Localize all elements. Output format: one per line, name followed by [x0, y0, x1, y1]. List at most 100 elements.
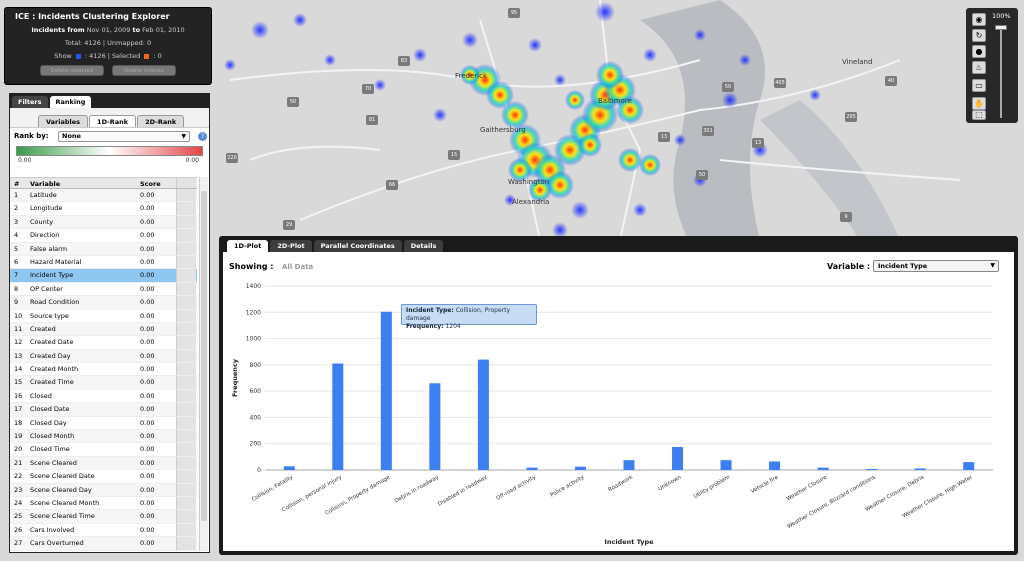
y-tick-label: 400: [250, 414, 262, 421]
score-bar: [176, 296, 196, 309]
subtab-variables[interactable]: Variables: [38, 115, 89, 127]
score-bar: [176, 510, 196, 523]
help-icon[interactable]: ?: [198, 131, 207, 141]
score-bar: [176, 229, 196, 242]
score-bar: [176, 322, 196, 336]
bar: [526, 467, 538, 470]
score-bar: [176, 443, 196, 456]
score-bar: [176, 255, 196, 269]
table-row[interactable]: 3 County 0.00: [10, 215, 197, 230]
score-bar: [176, 349, 196, 363]
tab-1d-plot[interactable]: 1D-Plot: [227, 240, 269, 252]
table-row[interactable]: 5 False alarm 0.00: [10, 242, 197, 256]
score-bar: [176, 389, 196, 403]
variable-table-scrollbar[interactable]: [199, 177, 208, 551]
table-body: 1 Latitude 0.00 2 Longitude 0.00 3 County 0.00 4 D…: [10, 189, 197, 551]
table-row[interactable]: 15 Created Time 0.00: [10, 376, 197, 390]
table-row[interactable]: 8 OP Center 0.00: [10, 282, 197, 297]
x-tick-label: Debris in roadway: [394, 474, 441, 504]
table-row[interactable]: 7 Incident Type 0.00: [10, 269, 197, 283]
x-tick-label: Police activity: [550, 474, 587, 499]
bar: [866, 468, 878, 470]
subtab-2d-rank[interactable]: 2D-Rank: [137, 115, 185, 127]
table-row[interactable]: 19 Closed Month 0.00: [10, 430, 197, 444]
variable-table: # Variable Score 1 Latitude 0.00 2 Longitude…: [10, 177, 197, 551]
bar: [720, 460, 732, 470]
y-tick-label: 1200: [246, 309, 261, 316]
subtab-1d-rank[interactable]: 1D-Rank: [89, 115, 137, 127]
score-bar: [176, 269, 196, 282]
table-row[interactable]: 13 Created Day 0.00: [10, 349, 197, 364]
table-row[interactable]: 1 Latitude 0.00: [10, 189, 197, 203]
score-gradient: [16, 146, 203, 156]
score-bar: [176, 523, 196, 537]
rank-by-select[interactable]: None ▼: [58, 130, 190, 142]
table-row[interactable]: 2 Longitude 0.00: [10, 202, 197, 216]
tab-filters[interactable]: Filters: [12, 96, 48, 108]
table-row[interactable]: 17 Closed Date 0.00: [10, 403, 197, 417]
tab-details[interactable]: Details: [403, 240, 444, 252]
score-bar: [176, 456, 196, 470]
table-row[interactable]: 11 Created 0.00: [10, 322, 197, 337]
y-axis-label: Frequency: [231, 358, 239, 397]
bar: [963, 462, 975, 470]
bar: [380, 311, 392, 470]
score-bar: [176, 537, 196, 550]
heatmap-flame-icon[interactable]: ♨: [972, 61, 986, 74]
x-tick-label: Weather Closure: [786, 474, 829, 502]
table-row[interactable]: 26 Cars Involved 0.00: [10, 523, 197, 538]
x-tick-label: Disabled in roadway: [437, 474, 489, 508]
table-row[interactable]: 4 Direction 0.00: [10, 229, 197, 243]
x-tick-label: Off-road activity: [495, 474, 537, 502]
cluster-icon[interactable]: ●: [972, 45, 986, 58]
tab-parallel-coordinates[interactable]: Parallel Coordinates: [313, 240, 402, 252]
table-row[interactable]: 12 Created Date 0.00: [10, 336, 197, 350]
bar: [429, 383, 441, 470]
scrollbar-thumb[interactable]: [201, 191, 207, 521]
table-row[interactable]: 24 Scene Cleared Month 0.00: [10, 496, 197, 511]
y-tick-label: 600: [250, 388, 262, 395]
table-row[interactable]: 25 Scene Cleared Time 0.00: [10, 510, 197, 524]
delete-inverse-button[interactable]: Delete inverse: [112, 65, 176, 76]
table-row[interactable]: 6 Hazard Material 0.00: [10, 255, 197, 270]
bar: [623, 460, 635, 470]
table-row[interactable]: 20 Closed Time 0.00: [10, 443, 197, 457]
x-tick-label: Utility problem: [693, 475, 731, 501]
layer-toggle-icon[interactable]: ◉: [972, 13, 986, 26]
y-tick-label: 200: [250, 441, 262, 448]
variable-label: Variable :: [827, 262, 871, 271]
zoom-slider-handle[interactable]: [995, 25, 1007, 30]
table-row[interactable]: 21 Scene Cleared 0.00: [10, 456, 197, 471]
chevron-down-icon: ▼: [181, 132, 186, 140]
show-color-swatch: [75, 53, 81, 59]
variable-select[interactable]: Incident Type ▼: [873, 260, 999, 272]
delete-selected-button[interactable]: Delete selected: [40, 65, 104, 76]
rectangle-select-icon[interactable]: ▭: [972, 79, 986, 92]
table-row[interactable]: 10 Source type 0.00: [10, 309, 197, 323]
table-row[interactable]: 18 Closed Day 0.00: [10, 416, 197, 431]
table-row[interactable]: 23 Scene Cleared Day 0.00: [10, 483, 197, 497]
show-selected-line: Show : 4126 | Selected : 0: [54, 52, 162, 60]
score-bar: [176, 202, 196, 215]
zoom-level: 100%: [992, 12, 1011, 20]
score-bar: [176, 309, 196, 322]
tab-2d-plot[interactable]: 2D-Plot: [270, 240, 312, 252]
table-row[interactable]: 16 Closed 0.00: [10, 389, 197, 404]
zoom-slider[interactable]: [1000, 26, 1002, 118]
score-bar: [176, 363, 196, 376]
bar: [769, 461, 781, 470]
table-row[interactable]: 27 Cars Overturned 0.00: [10, 537, 197, 551]
pan-hand-icon[interactable]: ✋: [972, 97, 986, 110]
score-bar: [176, 416, 196, 430]
plot-window: 1D-Plot 2D-Plot Parallel Coordinates Det…: [219, 236, 1018, 555]
table-row[interactable]: 9 Road Condition 0.00: [10, 296, 197, 310]
bar-tooltip: Incident Type: Collision, Property damag…: [401, 304, 537, 330]
score-bar: [176, 403, 196, 416]
table-row[interactable]: 14 Created Month 0.00: [10, 363, 197, 377]
bar: [283, 466, 295, 470]
table-row[interactable]: 22 Scene Cleared Date 0.00: [10, 470, 197, 484]
lasso-select-icon[interactable]: ⬚: [972, 110, 986, 120]
tab-ranking[interactable]: Ranking: [49, 96, 92, 108]
x-tick-label: Weather Closure, Blizzard conditions: [786, 474, 876, 530]
refresh-icon[interactable]: ↻: [972, 29, 986, 42]
